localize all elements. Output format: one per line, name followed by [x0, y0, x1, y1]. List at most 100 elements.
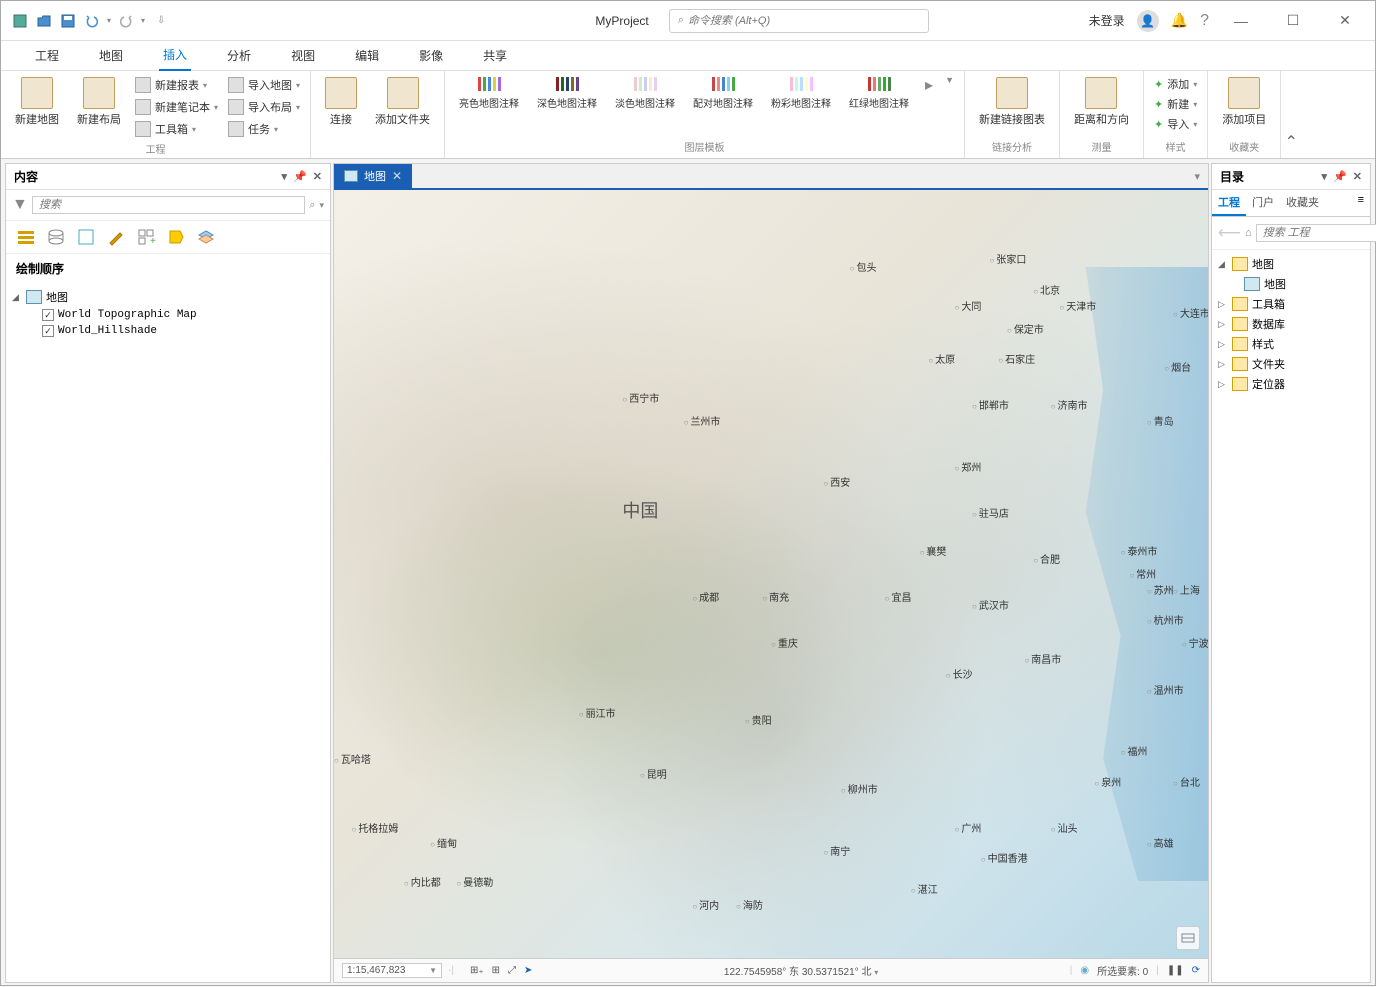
ribbon-添加项目[interactable]: 添加项目 — [1216, 75, 1272, 129]
annot-dropdown-icon[interactable]: ▼ — [943, 75, 956, 85]
contents-close-icon[interactable]: ✕ — [313, 170, 322, 183]
annot-淡色地图注释[interactable]: 淡色地图注释 — [609, 75, 681, 112]
layer-checkbox[interactable]: ✓ — [42, 309, 54, 321]
catalog-node-定位器[interactable]: ▷定位器 — [1218, 374, 1364, 394]
map-tab-close-icon[interactable]: ✕ — [392, 169, 402, 183]
menu-编辑[interactable]: 编辑 — [351, 41, 383, 70]
ribbon-新建笔记本[interactable]: 新建笔记本▾ — [133, 97, 220, 117]
catalog-options-icon[interactable]: ▾ — [1322, 170, 1328, 183]
map-canvas[interactable]: 中国 包头张家口北京大同天津市大连市保定市太原石家庄烟台西宁市邯郸市济南市青岛兰… — [334, 190, 1208, 958]
expand-icon[interactable]: ▷ — [1218, 319, 1228, 330]
constraints-icon[interactable]: ⤢ — [508, 965, 516, 976]
list-by-perspective-icon[interactable] — [196, 227, 216, 247]
search-go-icon[interactable]: ⌕ — [309, 199, 315, 212]
menu-影像[interactable]: 影像 — [415, 41, 447, 70]
layer-World Topographic Map[interactable]: ✓World Topographic Map — [12, 307, 324, 323]
qat-new-icon[interactable] — [11, 12, 29, 30]
annot-粉彩地图注释[interactable]: 粉彩地图注释 — [765, 75, 837, 112]
scale-selector[interactable]: 1:15,467,823 ▼ — [342, 963, 442, 978]
menu-分析[interactable]: 分析 — [223, 41, 255, 70]
qat-customize-icon[interactable]: ⇩ — [157, 15, 165, 26]
ribbon-新建链接图表[interactable]: 新建链接图表 — [973, 75, 1051, 129]
pause-icon[interactable]: ❚❚ — [1167, 965, 1184, 976]
ribbon-collapse-icon[interactable]: ⌃ — [1281, 71, 1301, 158]
menu-视图[interactable]: 视图 — [287, 41, 319, 70]
map-node[interactable]: ◢ 地图 — [12, 287, 324, 307]
ribbon-导入地图[interactable]: 导入地图▾ — [226, 75, 302, 95]
expand-icon[interactable]: ◢ — [1218, 259, 1228, 270]
list-by-drawing-order-icon[interactable] — [16, 227, 36, 247]
menu-共享[interactable]: 共享 — [479, 41, 511, 70]
minimize-button[interactable]: — — [1221, 6, 1261, 36]
catalog-tab-menu-icon[interactable]: ≡ — [1352, 190, 1370, 216]
ribbon-任务[interactable]: 任务▾ — [226, 119, 302, 139]
ribbon-新建地图[interactable]: 新建地图 — [9, 75, 65, 129]
login-status[interactable]: 未登录 — [1089, 12, 1125, 29]
annot-more-icon[interactable]: ▸ — [921, 75, 937, 95]
map-attribution-icon[interactable] — [1176, 926, 1200, 950]
contents-search-input[interactable] — [32, 196, 305, 214]
filter-icon[interactable]: ▼ — [12, 196, 28, 214]
map-tab-menu-icon[interactable]: ▾ — [1186, 170, 1208, 183]
snap-icon[interactable]: ⊞₊ — [470, 965, 484, 976]
undo-dropdown-icon[interactable]: ▾ — [107, 16, 111, 25]
list-by-selection-icon[interactable] — [76, 227, 96, 247]
expand-icon[interactable]: ▷ — [1218, 359, 1228, 370]
qat-open-icon[interactable] — [35, 12, 53, 30]
catalog-tab-收藏夹[interactable]: 收藏夹 — [1280, 190, 1325, 216]
qat-redo-icon[interactable] — [117, 12, 135, 30]
catalog-node-文件夹[interactable]: ▷文件夹 — [1218, 354, 1364, 374]
style-导入[interactable]: ✦导入▾ — [1152, 115, 1199, 133]
annot-配对地图注释[interactable]: 配对地图注释 — [687, 75, 759, 112]
catalog-close-icon[interactable]: ✕ — [1353, 170, 1362, 183]
grid-icon[interactable]: ⊞ — [492, 965, 500, 976]
list-by-snapping-icon[interactable]: + — [136, 227, 156, 247]
home-icon[interactable]: ⌂ — [1245, 227, 1252, 239]
expand-icon[interactable]: ▷ — [1218, 299, 1228, 310]
correction-icon[interactable]: ➤ — [524, 965, 532, 976]
list-by-editing-icon[interactable] — [106, 227, 126, 247]
annot-红绿地图注释[interactable]: 红绿地图注释 — [843, 75, 915, 112]
catalog-search-input[interactable] — [1256, 224, 1376, 242]
style-新建[interactable]: ✦新建▾ — [1152, 95, 1199, 113]
command-search-input[interactable] — [688, 15, 920, 27]
expand-icon[interactable]: ◢ — [12, 292, 22, 303]
ribbon-添加文件夹[interactable]: 添加文件夹 — [369, 75, 436, 129]
command-search[interactable]: ⌕ — [669, 9, 929, 33]
annot-深色地图注释[interactable]: 深色地图注释 — [531, 75, 603, 112]
catalog-node-数据库[interactable]: ▷数据库 — [1218, 314, 1364, 334]
user-icon[interactable]: 👤 — [1137, 10, 1159, 32]
ribbon-新建报表[interactable]: 新建报表▾ — [133, 75, 220, 95]
back-icon[interactable]: ⟵ — [1218, 223, 1241, 243]
ribbon-连接[interactable]: 连接 — [319, 75, 363, 129]
contents-options-icon[interactable]: ▾ — [282, 170, 288, 183]
close-button[interactable]: ✕ — [1325, 6, 1365, 36]
help-icon[interactable]: ? — [1200, 12, 1209, 30]
expand-icon[interactable]: ▷ — [1218, 339, 1228, 350]
search-options-icon[interactable]: ▾ — [319, 200, 324, 211]
layer-World_Hillshade[interactable]: ✓World_Hillshade — [12, 323, 324, 339]
list-by-source-icon[interactable] — [46, 227, 66, 247]
ribbon-新建布局[interactable]: 新建布局 — [71, 75, 127, 129]
catalog-tab-工程[interactable]: 工程 — [1212, 190, 1246, 216]
catalog-child-地图[interactable]: 地图 — [1218, 274, 1364, 294]
map-tab[interactable]: 地图 ✕ — [334, 164, 412, 188]
notifications-icon[interactable]: 🔔 — [1171, 12, 1188, 29]
catalog-tab-门户[interactable]: 门户 — [1246, 190, 1280, 216]
menu-插入[interactable]: 插入 — [159, 40, 191, 71]
expand-icon[interactable]: ▷ — [1218, 379, 1228, 390]
catalog-node-工具箱[interactable]: ▷工具箱 — [1218, 294, 1364, 314]
qat-save-icon[interactable] — [59, 12, 77, 30]
annot-亮色地图注释[interactable]: 亮色地图注释 — [453, 75, 525, 112]
ribbon-距离和方向[interactable]: 距离和方向 — [1068, 75, 1135, 129]
style-添加[interactable]: ✦添加▾ — [1152, 75, 1199, 93]
catalog-node-样式[interactable]: ▷样式 — [1218, 334, 1364, 354]
catalog-node-地图[interactable]: ◢地图 — [1218, 254, 1364, 274]
layer-checkbox[interactable]: ✓ — [42, 325, 54, 337]
qat-undo-icon[interactable] — [83, 12, 101, 30]
redo-dropdown-icon[interactable]: ▾ — [141, 16, 145, 25]
list-by-labeling-icon[interactable] — [166, 227, 186, 247]
ribbon-导入布局[interactable]: 导入布局▾ — [226, 97, 302, 117]
catalog-pin-icon[interactable]: 📌 — [1333, 170, 1347, 183]
refresh-icon[interactable]: ⟳ — [1192, 965, 1200, 976]
